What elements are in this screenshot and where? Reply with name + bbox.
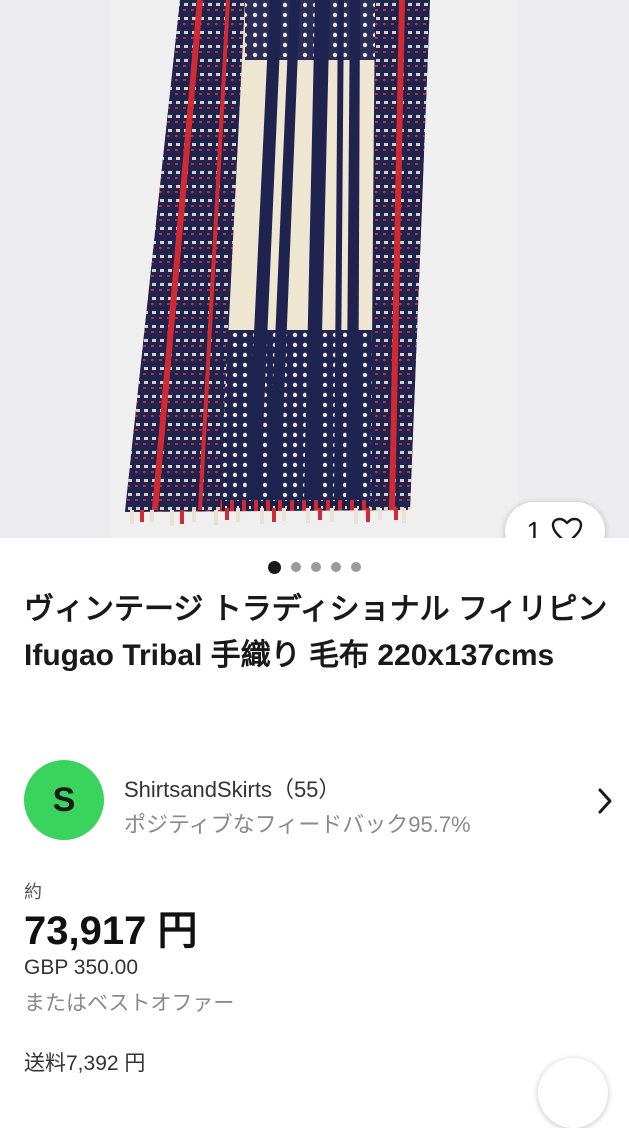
best-offer-text: またはベストオファー (24, 992, 235, 1015)
chevron-right-icon[interactable] (596, 786, 614, 816)
watch-button[interactable]: 1 (505, 502, 605, 538)
carousel-dot-3[interactable] (311, 562, 321, 572)
seller-feedback: ポジティブなフィードバック95.7% (124, 812, 471, 837)
blanket-photo-illustration (110, 0, 518, 538)
carousel-dot-1[interactable] (268, 561, 281, 574)
seller-info-row[interactable]: S ShirtsandSkirts（55） ポジティブなフィードバック95.7% (24, 760, 614, 842)
product-image-carousel[interactable]: 1 (0, 0, 629, 538)
seller-name: ShirtsandSkirts（55） (124, 777, 341, 802)
floating-action-button[interactable] (538, 1058, 608, 1128)
original-price: GBP 350.00 (24, 956, 139, 979)
seller-avatar: S (24, 760, 104, 840)
shipping-cost: 送料7,392 円 (24, 1052, 146, 1075)
listing-title: ヴィンテージ トラディショナル フィリピン Ifugao Tribal 手織り … (24, 593, 608, 672)
carousel-dot-5[interactable] (351, 562, 361, 572)
carousel-indicator (0, 561, 629, 574)
price-amount: 73,917 円 (24, 909, 198, 953)
carousel-dot-2[interactable] (291, 562, 301, 572)
carousel-dot-4[interactable] (331, 562, 341, 572)
heart-icon (552, 517, 583, 538)
watch-count: 1 (526, 515, 542, 539)
product-photo[interactable] (110, 0, 518, 538)
